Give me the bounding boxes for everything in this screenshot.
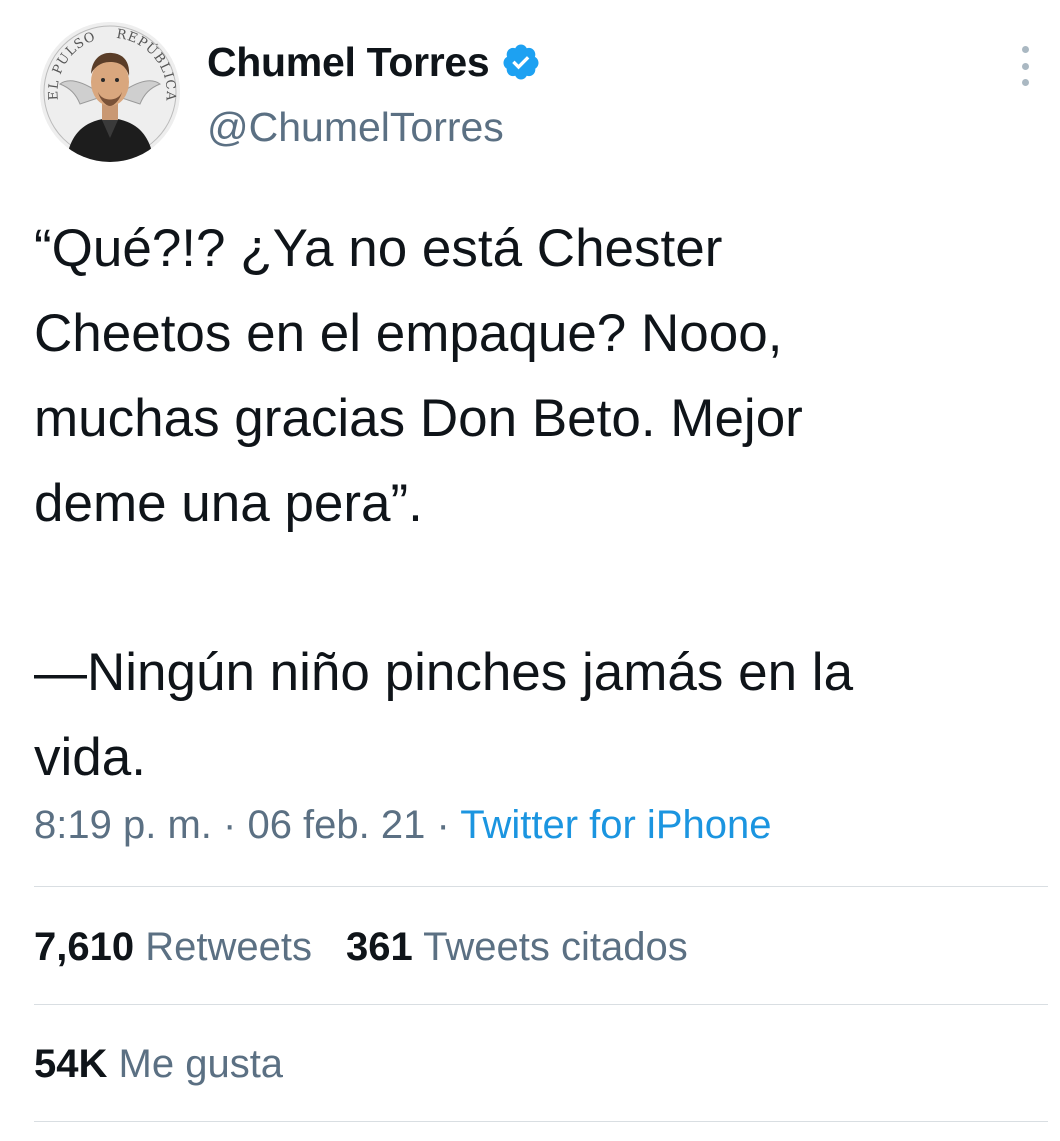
divider	[34, 1004, 1048, 1005]
tweet-paragraph: “Qué?!? ¿Ya no está Chester Cheetos en e…	[34, 219, 803, 533]
quotes-stat[interactable]: 361 Tweets citados	[346, 925, 688, 969]
engagement-stats-row: 7,610 Retweets 361 Tweets citados	[34, 925, 688, 970]
avatar-image: EL PULSO REPÚBLICA	[40, 22, 180, 162]
more-dot	[1021, 62, 1029, 70]
more-dot	[1021, 46, 1029, 53]
display-name[interactable]: Chumel Torres	[207, 39, 490, 86]
meta-separator: ·	[223, 803, 237, 847]
tweet-time[interactable]: 8:19 p. m.	[34, 803, 212, 847]
avatar[interactable]: EL PULSO REPÚBLICA	[40, 22, 180, 162]
retweets-count: 7,610	[34, 925, 135, 969]
likes-stats-row: 54K Me gusta	[34, 1042, 283, 1087]
tweet-meta: 8:19 p. m. · 06 feb. 21 · Twitter for iP…	[34, 803, 771, 848]
likes-stat[interactable]: 54K Me gusta	[34, 1042, 283, 1086]
divider	[34, 886, 1048, 887]
tweet-paragraph: —Ningún niño pinches jamás en la vida.	[34, 643, 854, 787]
quotes-count: 361	[345, 925, 413, 969]
more-dot	[1021, 79, 1029, 86]
retweets-stat[interactable]: 7,610 Retweets	[34, 925, 312, 969]
likes-label: Me gusta	[118, 1042, 284, 1086]
tweet-text: “Qué?!? ¿Ya no está Chester Cheetos en e…	[34, 206, 1039, 800]
meta-separator: ·	[436, 803, 450, 847]
tweet-source-link[interactable]: Twitter for iPhone	[460, 803, 771, 847]
divider	[34, 1121, 1048, 1122]
likes-count: 54K	[34, 1042, 108, 1086]
retweets-label: Retweets	[145, 925, 312, 969]
user-handle[interactable]: @ChumelTorres	[207, 104, 504, 151]
author-name-row[interactable]: Chumel Torres	[207, 36, 541, 88]
verified-badge-icon	[503, 44, 539, 80]
tweet-date[interactable]: 06 feb. 21	[247, 803, 425, 847]
quotes-label: Tweets citados	[423, 925, 688, 969]
more-options-icon[interactable]	[1012, 46, 1038, 86]
